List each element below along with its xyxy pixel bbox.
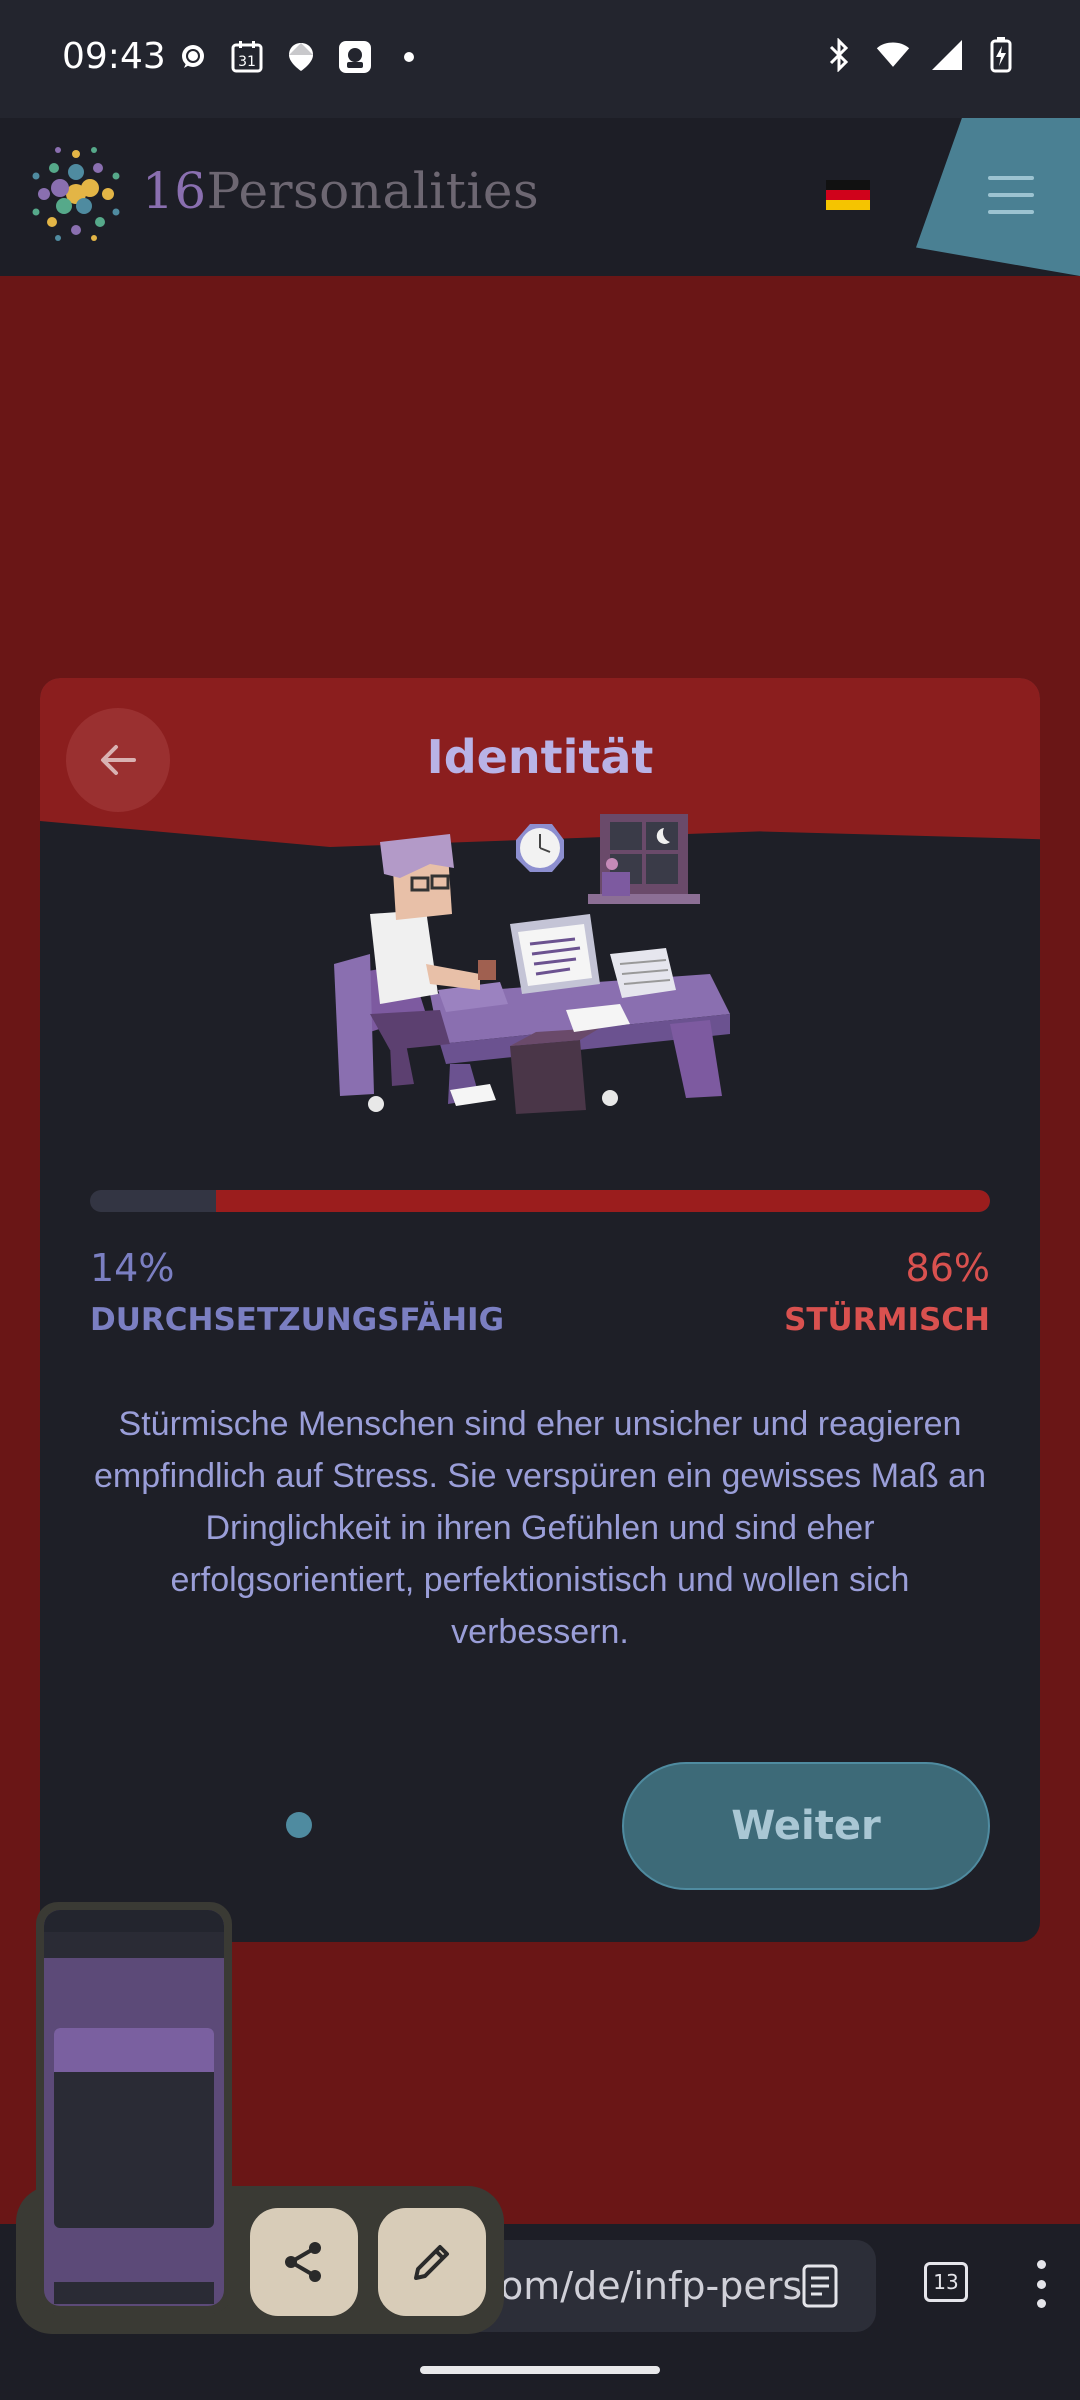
screenshot-preview — [44, 1910, 224, 2306]
hamburger-menu-icon[interactable] — [988, 176, 1034, 214]
status-time: 09:43 — [62, 36, 166, 77]
assertive-percent: 14% — [90, 1246, 175, 1290]
wifi-icon — [876, 38, 910, 72]
bluetooth-icon — [822, 38, 856, 72]
app-square-icon — [338, 40, 372, 74]
status-bar: 09:43 31 — [0, 0, 1080, 118]
svg-text:31: 31 — [238, 54, 256, 70]
preview-card-top — [54, 2028, 214, 2072]
site-header: 16Personalities — [0, 118, 1080, 276]
16personalities-logo-icon[interactable] — [24, 142, 128, 246]
assertive-label: DURCHSETZUNGSFÄHIG — [90, 1302, 505, 1338]
preview-header — [44, 1932, 224, 1958]
card-title: Identität — [426, 730, 654, 784]
reader-mode-icon[interactable] — [800, 2262, 840, 2310]
next-button[interactable]: Weiter — [622, 1762, 990, 1890]
preview-toolbar — [54, 2282, 214, 2304]
logo-word: Personalities — [206, 162, 540, 220]
pagination-dot — [286, 1812, 312, 1838]
battery-charging-icon — [984, 37, 1018, 73]
url-text: om/de/infp-pers — [500, 2264, 803, 2308]
share-screenshot-button[interactable] — [250, 2208, 358, 2316]
germany-flag-icon[interactable] — [826, 180, 870, 210]
share-icon — [285, 2242, 321, 2282]
signal-icon — [930, 38, 964, 72]
logo-number: 16 — [142, 162, 207, 220]
calendar-31-icon: 31 — [230, 40, 264, 74]
pencil-edit-icon — [414, 2245, 449, 2280]
logo-text[interactable]: 16Personalities — [142, 162, 539, 220]
trait-card: Identität 14% 86% DURCHSETZUNGSFÄHIG STÜ… — [40, 678, 1040, 1942]
trait-description: Stürmische Menschen sind eher unsicher u… — [94, 1405, 986, 1651]
maps-pin-icon — [284, 40, 318, 74]
home-indicator[interactable] — [420, 2366, 660, 2374]
dot-icon — [392, 40, 426, 74]
trait-progress-bar — [90, 1190, 990, 1212]
preview-card — [54, 2028, 214, 2228]
notification-icons: 31 — [176, 40, 426, 74]
tab-switcher-button[interactable]: 13 — [924, 2262, 968, 2302]
turbulent-percent: 86% — [905, 1246, 990, 1290]
stressed-person-at-desk-illustration — [334, 814, 730, 1114]
edit-screenshot-button[interactable] — [378, 2208, 486, 2316]
chat-bubble-icon — [176, 40, 210, 74]
more-vert-icon[interactable] — [1036, 2260, 1046, 2308]
screenshot-thumbnail[interactable] — [36, 1902, 232, 2314]
progress-fill-turbulent — [216, 1190, 990, 1212]
turbulent-label: STÜRMISCH — [784, 1302, 990, 1338]
system-icons — [822, 37, 1018, 73]
